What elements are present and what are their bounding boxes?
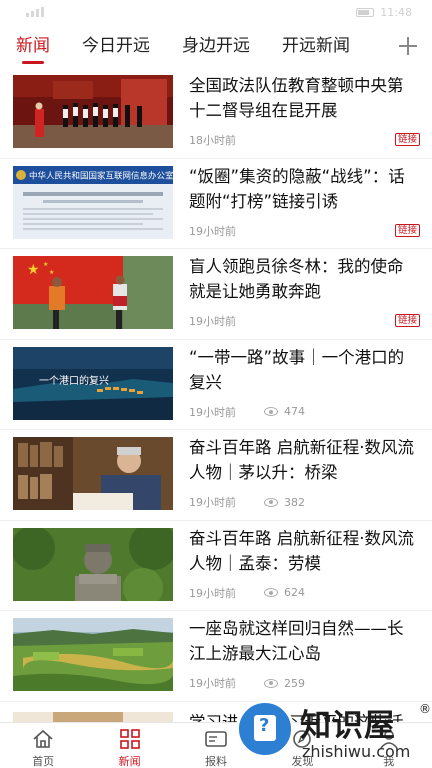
grid-icon xyxy=(119,729,140,749)
eye-icon xyxy=(264,497,278,507)
signal-icon xyxy=(26,7,48,17)
svg-text:★: ★ xyxy=(43,261,48,268)
news-title[interactable]: 奋斗百年路 启航新征程·数风流人物｜孟泰：劳模 xyxy=(189,526,417,576)
svg-text:★: ★ xyxy=(27,262,40,278)
watermark-title: 知识屋 xyxy=(300,708,396,744)
news-thumbnail xyxy=(13,618,173,691)
home-icon xyxy=(33,729,53,748)
news-time: 19小时前 xyxy=(189,315,236,328)
news-title[interactable]: 奋斗百年路 启航新征程·数风流人物｜茅以升：桥梁 xyxy=(189,435,417,485)
news-item[interactable]: 一座岛就这样回归自然——长江上游最大江心岛 19小时前 259 xyxy=(0,611,432,702)
news-item[interactable]: 奋斗百年路 启航新征程·数风流人物｜孟泰：劳模 19小时前 624 xyxy=(0,521,432,611)
view-count: 474 xyxy=(284,405,305,418)
status-bar: 11:48 xyxy=(0,0,432,24)
nav-news[interactable]: 新闻 xyxy=(86,723,172,768)
view-count: 382 xyxy=(284,495,305,509)
status-time: 11:48 xyxy=(380,6,412,19)
watermark-url: zhishiwu.com xyxy=(302,742,411,761)
thumb-header-text: 中华人民共和国国家互联网信息办公室 xyxy=(29,170,173,181)
news-item[interactable]: 奋斗百年路 启航新征程·数风流人物｜茅以升：桥梁 19小时前 382 xyxy=(0,430,432,521)
battery-icon xyxy=(356,8,375,17)
nav-label: 首页 xyxy=(32,755,55,768)
nav-label: 新闻 xyxy=(118,755,141,768)
watermark: 知识屋 ® zhishiwu.com xyxy=(236,696,432,768)
link-badge: 链接 xyxy=(394,223,420,237)
watermark-logo-icon xyxy=(236,700,294,758)
news-thumbnail xyxy=(13,75,173,148)
eye-icon xyxy=(264,678,278,688)
thumb-caption-text: 一个港口的复兴 xyxy=(39,374,109,387)
news-title[interactable]: “饭圈”集资的隐蔽“战线”：话题附“打榜”链接引诱 xyxy=(189,164,417,214)
news-time: 19小时前 xyxy=(189,405,236,419)
news-thumbnail xyxy=(13,711,173,722)
news-item[interactable]: 一个港口的复兴 “一带一路”故事｜一个港口的复兴 19小时前 474 xyxy=(0,340,432,430)
card-icon xyxy=(205,731,227,747)
eye-icon xyxy=(264,407,278,416)
news-thumbnail: 一个港口的复兴 xyxy=(13,346,173,420)
tab-news[interactable]: 新闻 xyxy=(16,24,50,68)
news-time: 19小时前 xyxy=(189,586,236,600)
tab-fade xyxy=(360,24,390,68)
news-item[interactable]: 中华人民共和国国家互联网信息办公室 “饭圈”集资的隐蔽“战线”：话题附“打榜”链… xyxy=(0,159,432,249)
news-feed: 全国政法队伍教育整顿中央第十二督导组在昆开展 18小时前 链接 中华人民共和国国… xyxy=(0,68,432,722)
tab-nearby-kaiyuan[interactable]: 身边开远 xyxy=(182,24,250,68)
view-count: 624 xyxy=(284,586,305,599)
watermark-registered: ® xyxy=(419,702,431,716)
view-count: 259 xyxy=(284,676,305,690)
eye-icon xyxy=(264,588,278,597)
channel-tabs: 新闻 今日开远 身边开远 开远新闻 xyxy=(0,24,390,68)
news-time: 19小时前 xyxy=(189,224,236,238)
news-thumbnail xyxy=(13,437,173,510)
news-time: 18小时前 xyxy=(189,134,236,147)
news-title[interactable]: 一座岛就这样回归自然——长江上游最大江心岛 xyxy=(189,616,417,666)
link-badge: 链接 xyxy=(394,314,420,327)
tab-today-kaiyuan[interactable]: 今日开远 xyxy=(82,24,150,68)
news-item[interactable]: ★ ★ ★ 盲人领跑员徐冬林：我的使命就是让她勇敢奔跑 19小时前 链接 xyxy=(0,249,432,340)
news-title[interactable]: 盲人领跑员徐冬林：我的使命就是让她勇敢奔跑 xyxy=(189,254,417,304)
channel-tab-bar: 新闻 今日开远 身边开远 开远新闻 xyxy=(0,24,432,68)
svg-text:★: ★ xyxy=(49,269,54,276)
tab-kaiyuan-news[interactable]: 开远新闻 xyxy=(282,24,350,68)
news-thumbnail: 中华人民共和国国家互联网信息办公室 xyxy=(13,165,173,239)
news-time: 19小时前 xyxy=(189,677,236,690)
nav-home[interactable]: 首页 xyxy=(0,723,86,768)
news-title[interactable]: 全国政法队伍教育整顿中央第十二督导组在昆开展 xyxy=(189,73,417,123)
news-thumbnail xyxy=(13,527,173,601)
plus-icon[interactable] xyxy=(394,32,422,60)
news-item[interactable]: 全国政法队伍教育整顿中央第十二督导组在昆开展 18小时前 链接 xyxy=(0,68,432,159)
link-badge: 链接 xyxy=(394,133,420,146)
news-time: 19小时前 xyxy=(189,496,236,509)
news-title[interactable]: “一带一路”故事｜一个港口的复兴 xyxy=(189,345,417,395)
news-thumbnail: ★ ★ ★ xyxy=(13,256,173,329)
